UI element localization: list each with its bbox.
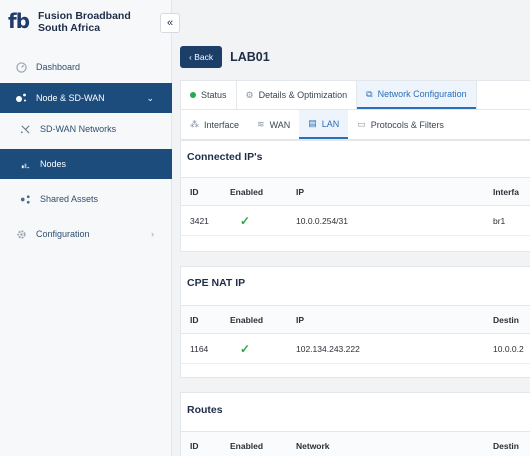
- enabled-check-icon: ✓: [240, 341, 251, 356]
- status-dot-icon: [190, 92, 196, 98]
- row-id: 1164: [190, 343, 209, 354]
- sdwan-icon: [18, 122, 32, 136]
- tab-label: Interface: [204, 119, 240, 130]
- column-header[interactable]: Enabled: [230, 187, 296, 197]
- section-title: CPE NAT IP: [187, 277, 246, 289]
- column-header[interactable]: ID: [181, 187, 230, 197]
- sidebar-item-node-sdwan[interactable]: Node & SD-WAN ⌄: [0, 83, 172, 113]
- sidebar-item-label: Dashboard: [36, 62, 81, 72]
- column-header[interactable]: Network: [296, 441, 493, 451]
- main-content: ‹ Back LAB01 Status ⚙ Details & Optimiza…: [180, 42, 530, 456]
- routes-section: Routes ID Enabled Network Destin: [180, 392, 530, 456]
- cpe-nat-ip-section: CPE NAT IP ID Enabled IP Destin 1164 ✓ 1…: [180, 266, 530, 378]
- connected-ips-section: Connected IP's ID Enabled IP Interfa 342…: [180, 140, 530, 252]
- nodes-icon: [18, 157, 32, 171]
- column-header[interactable]: ID: [181, 315, 230, 325]
- sidebar: fb Fusion Broadband South Africa Dashboa…: [0, 0, 172, 456]
- cpe-nat-ip-table: ID Enabled IP Destin 1164 ✓ 102.134.243.…: [181, 305, 530, 364]
- network-icon: [14, 91, 28, 105]
- back-button-label: Back: [194, 52, 214, 62]
- brand-name: Fusion Broadband South Africa: [38, 10, 131, 34]
- tab-label: WAN: [269, 119, 291, 130]
- brand[interactable]: fb Fusion Broadband South Africa: [8, 10, 131, 34]
- sidebar-item-label: SD-WAN Networks: [40, 124, 117, 134]
- column-header[interactable]: IP: [296, 315, 493, 325]
- tab-details-optimization[interactable]: ⚙ Details & Optimization: [237, 81, 357, 109]
- table-row[interactable]: 3421 ✓ 10.0.0.254/31 br1: [181, 206, 530, 236]
- table-header: ID Enabled Network Destin: [181, 432, 530, 456]
- interface-icon: ⁂: [190, 119, 199, 129]
- sidebar-item-label: Nodes: [40, 159, 67, 169]
- brand-name-line1: Fusion Broadband: [38, 10, 131, 22]
- brand-name-line2: South Africa: [38, 22, 101, 34]
- sidebar-item-label: Shared Assets: [40, 194, 99, 204]
- tab-wan[interactable]: ≋ WAN: [248, 110, 299, 139]
- share-icon: [18, 192, 32, 206]
- back-button[interactable]: ‹ Back: [180, 46, 223, 68]
- tab-label: Network Configuration: [377, 89, 467, 99]
- row-ip: 102.134.243.222: [296, 343, 360, 354]
- dashboard-icon: [14, 60, 28, 74]
- tab-status[interactable]: Status: [181, 81, 236, 109]
- tab-interface[interactable]: ⁂ Interface: [181, 110, 248, 139]
- primary-tabs: Status ⚙ Details & Optimization ⧉ Networ…: [180, 80, 530, 110]
- wifi-icon: ≋: [257, 119, 265, 129]
- tab-label: Details & Optimization: [258, 90, 348, 100]
- tab-label: Protocols & Filters: [370, 119, 444, 130]
- collapse-sidebar-button[interactable]: «: [160, 13, 180, 33]
- tab-label: LAN: [321, 118, 340, 129]
- section-title: Connected IP's: [187, 151, 263, 163]
- table-header: ID Enabled IP Interfa: [181, 178, 530, 206]
- lan-icon: ▤: [308, 118, 317, 128]
- row-interface: br1: [493, 215, 506, 226]
- sidebar-item-configuration[interactable]: Configuration ›: [0, 219, 172, 249]
- column-header[interactable]: Destin: [493, 441, 530, 451]
- row-id: 3421: [190, 215, 209, 226]
- document-icon: ▭: [357, 119, 366, 129]
- tab-lan[interactable]: ▤ LAN: [299, 110, 349, 139]
- gear-icon: ⚙: [245, 89, 254, 100]
- gear-icon: [14, 227, 28, 241]
- tab-protocols-filters[interactable]: ▭ Protocols & Filters: [348, 110, 453, 139]
- routes-table: ID Enabled Network Destin: [181, 431, 530, 456]
- table-row[interactable]: 1164 ✓ 102.134.243.222 10.0.0.2: [181, 334, 530, 364]
- column-header[interactable]: Enabled: [230, 315, 296, 325]
- page-header: ‹ Back LAB01: [180, 42, 270, 72]
- sidebar-item-sdwan-networks[interactable]: SD-WAN Networks: [0, 114, 172, 144]
- enabled-check-icon: ✓: [240, 213, 251, 228]
- chevron-right-icon: ›: [151, 229, 154, 239]
- column-header[interactable]: ID: [181, 441, 230, 451]
- sidebar-item-nodes[interactable]: Nodes: [0, 149, 172, 179]
- row-ip: 10.0.0.254/31: [296, 215, 348, 226]
- sidebar-item-shared-assets[interactable]: Shared Assets: [0, 184, 172, 214]
- chevron-down-icon: ⌄: [146, 92, 154, 103]
- tab-network-configuration[interactable]: ⧉ Network Configuration: [357, 81, 476, 109]
- column-header[interactable]: Destin: [493, 315, 530, 325]
- page-title: LAB01: [230, 50, 270, 64]
- column-header[interactable]: Enabled: [230, 441, 296, 451]
- connected-ips-table: ID Enabled IP Interfa 3421 ✓ 10.0.0.254/…: [181, 177, 530, 236]
- brand-logo: fb: [8, 9, 30, 33]
- sidebar-item-label: Configuration: [36, 229, 90, 239]
- network-icon: ⧉: [366, 88, 373, 99]
- table-header: ID Enabled IP Destin: [181, 306, 530, 334]
- secondary-tabs: ⁂ Interface ≋ WAN ▤ LAN ▭ Protocols & Fi…: [180, 110, 530, 140]
- sidebar-item-label: Node & SD-WAN: [36, 93, 105, 103]
- column-header[interactable]: IP: [296, 187, 493, 197]
- row-destination: 10.0.0.2: [493, 343, 524, 354]
- tab-label: Status: [201, 90, 227, 100]
- section-title: Routes: [187, 404, 223, 416]
- sidebar-item-dashboard[interactable]: Dashboard: [0, 52, 172, 82]
- column-header[interactable]: Interfa: [493, 187, 530, 197]
